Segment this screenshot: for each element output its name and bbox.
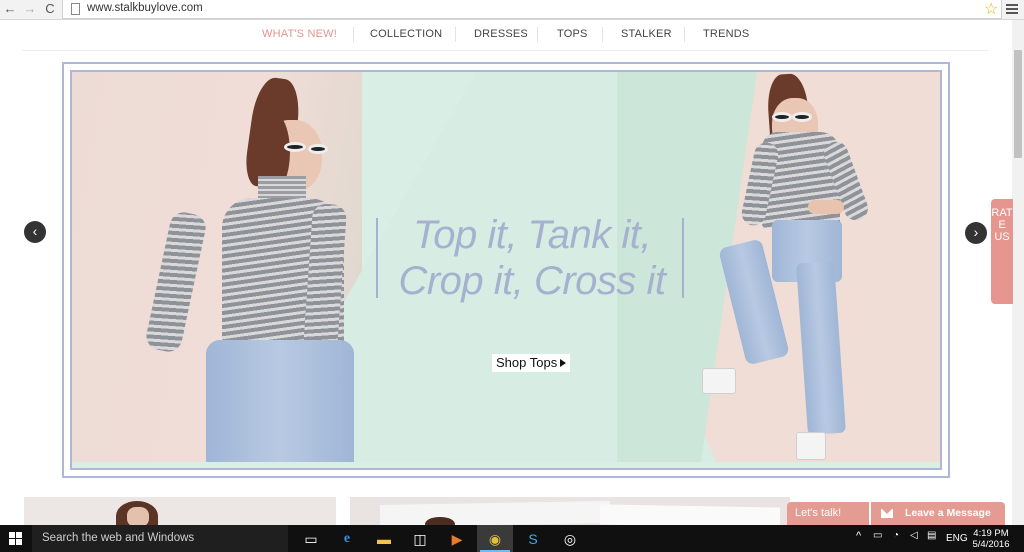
- shop-tops-label: Shop Tops: [496, 355, 558, 370]
- nav-tops[interactable]: TOPS: [557, 28, 588, 40]
- taskbar-search-placeholder: Search the web and Windows: [42, 532, 195, 544]
- clock-date: 5/4/2016: [972, 539, 1010, 550]
- headline-line-2: Crop it, Cross it: [398, 259, 666, 303]
- windows-start-icon[interactable]: [9, 532, 22, 545]
- taskbar-search-box[interactable]: Search the web and Windows: [32, 525, 288, 552]
- language-indicator[interactable]: ENG: [946, 533, 968, 544]
- action-center-icon[interactable]: ▤: [927, 530, 936, 541]
- nav-dresses[interactable]: DRESSES: [474, 28, 528, 40]
- hero-banner[interactable]: Top it, Tank it, Crop it, Cross it Shop …: [70, 70, 942, 470]
- nav-whats-new[interactable]: WHAT'S NEW!: [262, 28, 337, 40]
- scrollbar-thumb[interactable]: [1014, 50, 1022, 158]
- battery-icon[interactable]: ▭: [873, 530, 882, 541]
- back-arrow-icon[interactable]: ←: [2, 1, 18, 17]
- leave-message-button[interactable]: Leave a Message: [871, 502, 1005, 525]
- product-thumbnail[interactable]: [24, 497, 336, 525]
- url-text: www.stalkbuylove.com: [87, 2, 203, 14]
- nav-divider: [455, 27, 456, 42]
- rate-us-tab[interactable]: RATE US: [991, 199, 1013, 304]
- recorder-app-icon[interactable]: ◎: [560, 529, 580, 549]
- nav-collection[interactable]: COLLECTION: [370, 28, 442, 40]
- wifi-icon[interactable]: ◔: [893, 530, 899, 541]
- tray-chevron-icon[interactable]: ^: [856, 530, 861, 542]
- bookmark-star-icon[interactable]: ☆: [984, 0, 998, 19]
- shop-tops-button[interactable]: Shop Tops: [492, 354, 571, 372]
- browser-toolbar: ← → C www.stalkbuylove.com ☆: [0, 0, 1024, 20]
- clock-time: 4:19 PM: [973, 528, 1009, 539]
- reload-icon[interactable]: C: [42, 1, 58, 17]
- taskbar-clock[interactable]: 4:19 PM 5/4/2016: [972, 528, 1010, 550]
- lets-talk-button[interactable]: Let's talk!: [787, 502, 869, 525]
- windows-taskbar: Search the web and Windows ▭ e ▬ ◫ ▶ ◉ S…: [0, 525, 1024, 552]
- nav-divider: [602, 27, 603, 42]
- hero-banner-frame: Top it, Tank it, Crop it, Cross it Shop …: [62, 62, 950, 478]
- address-bar[interactable]: www.stalkbuylove.com: [62, 0, 1002, 19]
- leave-message-label: Leave a Message: [905, 507, 991, 519]
- edge-browser-icon[interactable]: e: [337, 529, 357, 549]
- file-explorer-icon[interactable]: ▬: [374, 529, 394, 549]
- forward-arrow-icon[interactable]: →: [22, 1, 38, 17]
- nav-divider: [537, 27, 538, 42]
- volume-icon[interactable]: ◁: [910, 530, 918, 541]
- site-navigation: WHAT'S NEW! COLLECTION DRESSES TOPS STAL…: [0, 22, 1010, 50]
- rate-us-label: RATE US: [991, 207, 1013, 243]
- browser-menu-icon[interactable]: [1006, 4, 1018, 14]
- product-thumbnail[interactable]: [350, 497, 790, 525]
- media-player-icon[interactable]: ▶: [447, 529, 467, 549]
- carousel-next-button[interactable]: ›: [965, 222, 987, 244]
- task-view-icon[interactable]: ▭: [301, 529, 321, 549]
- nav-stalker[interactable]: STALKER: [621, 28, 672, 40]
- nav-divider: [353, 27, 354, 42]
- headline-line-1: Top it, Tank it,: [412, 213, 652, 257]
- play-arrow-icon: [560, 359, 567, 367]
- banner-headline: Top it, Tank it, Crop it, Cross it: [372, 212, 692, 304]
- store-icon[interactable]: ◫: [410, 529, 430, 549]
- skype-icon[interactable]: S: [523, 529, 543, 549]
- nav-divider: [684, 27, 685, 42]
- nav-trends[interactable]: TRENDS: [703, 28, 749, 40]
- chrome-icon[interactable]: ◉: [485, 529, 505, 549]
- nav-divider-line: [22, 50, 988, 51]
- page-scrollbar[interactable]: [1012, 20, 1024, 525]
- page-icon: [71, 3, 80, 15]
- envelope-icon: [881, 509, 893, 518]
- carousel-prev-button[interactable]: ‹: [24, 221, 46, 243]
